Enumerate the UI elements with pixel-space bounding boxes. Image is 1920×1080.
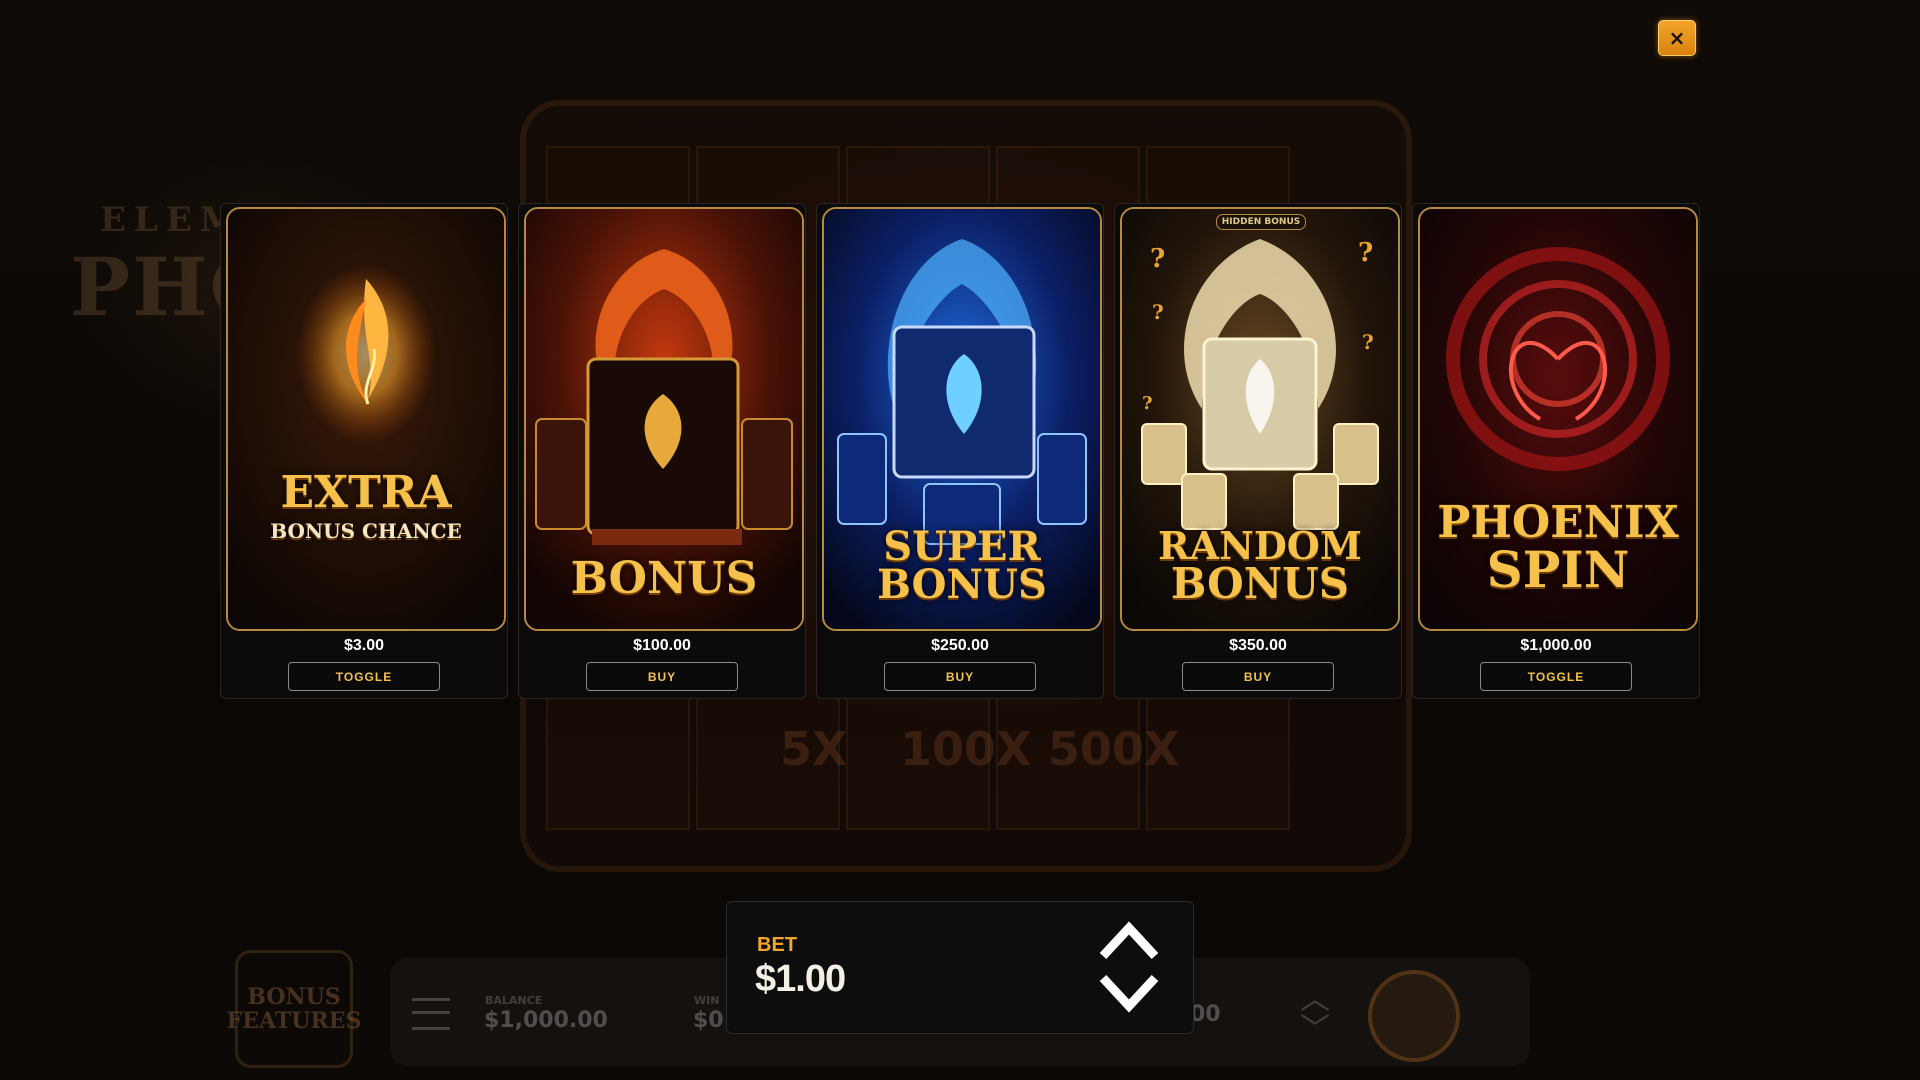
card-bonus: BONUS $100.00 BUY <box>518 203 806 699</box>
win-value: $0 <box>693 1008 724 1033</box>
svg-text:?: ? <box>1142 393 1153 414</box>
bet-panel: BET $1.00 <box>726 901 1194 1034</box>
card-art: ? ? ? ? ? HIDDEN BONUS RANDOM BONUS <box>1120 207 1400 631</box>
close-icon: × <box>1668 26 1686 50</box>
card-price: $350.00 <box>1229 637 1287 654</box>
close-button[interactable]: × <box>1658 20 1696 56</box>
svg-text:?: ? <box>1358 238 1373 268</box>
card-super-bonus: SUPER BONUS $250.00 BUY <box>816 203 1104 699</box>
card-price: $100.00 <box>633 637 691 654</box>
card-title: EXTRA <box>280 467 452 518</box>
buy-button[interactable]: BUY <box>1182 662 1334 691</box>
balance-value: $1,000.00 <box>484 1008 608 1033</box>
bet-value-partial: 00 <box>1190 1002 1221 1027</box>
svg-text:?: ? <box>1152 300 1164 324</box>
card-subtitle: BONUS CHANCE <box>270 519 462 543</box>
bet-label: BET <box>757 934 797 956</box>
bonus-features-button: BONUS FEATURES <box>227 950 361 1068</box>
multiplier-label: 5X <box>780 722 848 776</box>
bet-arrows-icon: ︿ ﹀ <box>1300 982 1330 1047</box>
card-art: SUPER BONUS <box>822 207 1102 631</box>
card-subtitle: SPIN <box>1486 540 1630 599</box>
hidden-bonus-tag: HIDDEN BONUS <box>1216 214 1306 230</box>
card-art: BONUS <box>524 207 804 631</box>
multiplier-label: 500X <box>1048 722 1180 776</box>
chevron-down-icon <box>1099 974 1159 1013</box>
menu-icon <box>412 998 450 1030</box>
card-price: $3.00 <box>343 637 385 654</box>
card-random-bonus: ? ? ? ? ? HIDDEN BONUS RANDOM BONUS $350… <box>1114 203 1402 699</box>
svg-text:?: ? <box>1362 330 1374 354</box>
bet-decrease-button[interactable] <box>1097 972 1161 1016</box>
balance-label: BALANCE <box>485 994 543 1007</box>
buy-button[interactable]: BUY <box>586 662 738 691</box>
card-subtitle: BONUS <box>1170 559 1350 608</box>
card-art: EXTRA BONUS CHANCE <box>226 207 506 631</box>
card-price: $250.00 <box>931 637 989 654</box>
card-title: BONUS <box>570 553 758 604</box>
chevron-up-icon <box>1099 921 1159 960</box>
toggle-button[interactable]: TOGGLE <box>288 662 440 691</box>
card-art: PHOENIX SPIN <box>1418 207 1698 631</box>
card-price: $1,000.00 <box>1520 637 1592 654</box>
card-extra-bonus-chance: EXTRA BONUS CHANCE $3.00 TOGGLE <box>220 203 508 699</box>
svg-text:?: ? <box>1150 244 1165 274</box>
card-subtitle: BONUS <box>877 561 1047 608</box>
toggle-button[interactable]: TOGGLE <box>1480 662 1632 691</box>
card-title: PHOENIX <box>1437 497 1679 548</box>
bet-value: $1.00 <box>755 958 846 1000</box>
buy-button[interactable]: BUY <box>884 662 1036 691</box>
spin-button <box>1368 970 1460 1062</box>
bet-increase-button[interactable] <box>1097 918 1161 962</box>
multiplier-label: 100X <box>900 722 1032 776</box>
card-phoenix-spin: PHOENIX SPIN $1,000.00 TOGGLE <box>1412 203 1700 699</box>
win-label: WIN <box>694 994 720 1007</box>
